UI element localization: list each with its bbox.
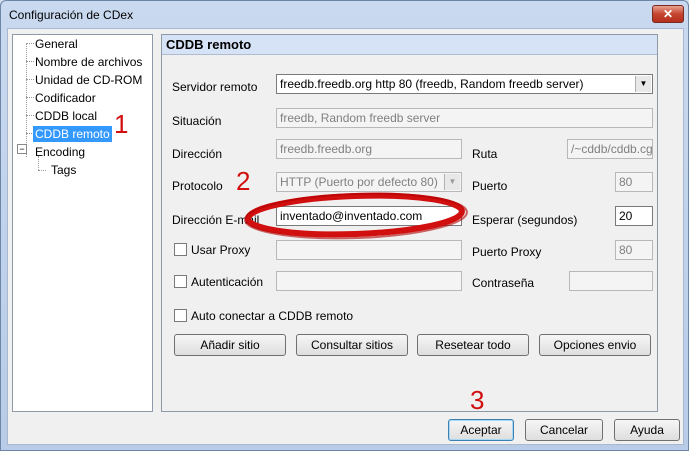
close-button[interactable]: ✕ [652,5,684,23]
tree-item-general[interactable]: General [33,36,80,52]
tree-connector [38,170,46,171]
direccion-field: freedb.freedb.org [276,139,462,159]
usuario-field [276,271,462,291]
dropdown-arrow-icon: ▼ [444,174,460,190]
tree-item-nombre-archivos[interactable]: Nombre de archivos [33,54,144,70]
panel-title: CDDB remoto [162,35,657,55]
auto-conectar-checkbox[interactable] [174,309,187,322]
autenticacion-checkbox[interactable] [174,275,187,288]
tree-item-encoding[interactable]: Encoding [33,144,87,160]
tree-expand-icon[interactable]: − [17,144,27,154]
contrasena-field [569,271,653,291]
puerto-label: Puerto [472,179,508,193]
tree-item-unidad-cdrom[interactable]: Unidad de CD-ROM [33,72,144,88]
auto-conectar-label: Auto conectar a CDDB remoto [191,309,354,323]
aceptar-button[interactable]: Aceptar [448,419,514,441]
title-bar[interactable]: Configuración de CDex ✕ [1,1,688,31]
proxy-field [276,240,462,260]
ayuda-button[interactable]: Ayuda [614,419,680,441]
tree-item-cddb-remoto[interactable]: CDDB remoto [33,126,112,142]
protocolo-dropdown: HTTP (Puerto por defecto 80) ▼ [276,172,462,192]
cddb-remoto-panel: CDDB remoto Servidor remoto freedb.freed… [161,34,658,412]
dialog-client: General Nombre de archivos Unidad de CD-… [7,28,684,445]
annotation-number-3: 3 [470,385,485,415]
autenticacion-label: Autenticación [191,275,264,289]
settings-tree[interactable]: General Nombre de archivos Unidad de CD-… [12,34,153,412]
situacion-field: freedb, Random freedb server [276,108,653,128]
direccion-label: Dirección [172,147,223,161]
annotation-number-2: 2 [236,166,251,196]
usar-proxy-label: Usar Proxy [191,243,251,257]
puerto-field: 80 [615,172,653,192]
servidor-dropdown[interactable]: freedb.freedb.org http 80 (freedb, Rando… [276,74,653,94]
email-label: Dirección E-mail [172,213,260,227]
dialog-window: Configuración de CDex ✕ General Nombre d… [0,0,689,451]
resetear-todo-button[interactable]: Resetear todo [417,334,529,356]
servidor-label: Servidor remoto [172,80,258,94]
contrasena-label: Contraseña [472,276,535,290]
tree-item-cddb-local[interactable]: CDDB local [33,108,99,124]
servidor-value: freedb.freedb.org http 80 (freedb, Rando… [280,77,584,91]
consultar-sitios-button[interactable]: Consultar sitios [296,334,408,356]
protocolo-label: Protocolo [172,179,223,193]
tree-item-tags[interactable]: Tags [49,162,78,178]
esperar-label: Esperar (segundos) [472,213,578,227]
anadir-sitio-button[interactable]: Añadir sitio [174,334,286,356]
puerto-proxy-field: 80 [615,240,653,260]
usar-proxy-checkbox[interactable] [174,243,187,256]
ruta-field: /~cddb/cddb.cgi [567,139,653,159]
opciones-envio-button[interactable]: Opciones envio [539,334,651,356]
annotation-number-1: 1 [114,109,129,139]
protocolo-value: HTTP (Puerto por defecto 80) [280,175,438,189]
ruta-label: Ruta [472,147,498,161]
esperar-input[interactable]: 20 [615,206,653,226]
email-input[interactable]: inventado@inventado.com [276,206,462,226]
window-title: Configuración de CDex [9,8,134,22]
tree-item-codificador[interactable]: Codificador [33,90,98,106]
cancelar-button[interactable]: Cancelar [525,419,603,441]
close-icon: ✕ [662,7,674,21]
situacion-label: Situación [172,114,222,128]
dropdown-arrow-icon[interactable]: ▼ [635,76,651,92]
puerto-proxy-label: Puerto Proxy [472,245,542,259]
